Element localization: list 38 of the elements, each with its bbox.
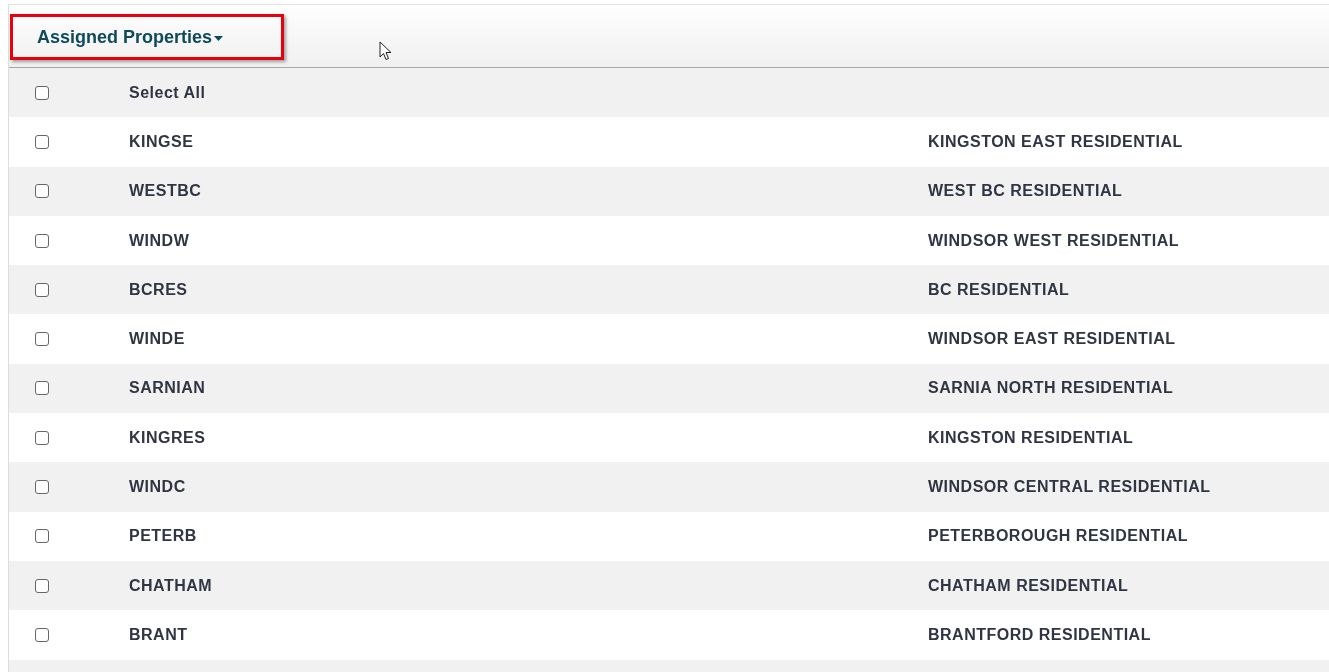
property-name: CHATHAM RESIDENTIAL [928, 576, 1129, 595]
checkbox[interactable] [35, 430, 49, 445]
property-code: BRANT [129, 625, 189, 644]
checkbox[interactable] [35, 134, 49, 149]
property-name: WINDSOR EAST RESIDENTIAL [928, 330, 1176, 349]
property-name: BRANTFORD RESIDENTIAL [928, 625, 1151, 644]
property-name: KINGSTON EAST RESIDENTIAL [928, 132, 1183, 151]
checkbox[interactable] [35, 627, 49, 642]
property-code: WINDC [129, 478, 187, 496]
properties-dropdown[interactable]: Assigned Properties [10, 14, 285, 60]
checkbox[interactable] [35, 184, 49, 199]
property-code: SARNIAN [129, 379, 207, 398]
property-code: PETERB [129, 527, 198, 546]
property-name: KINGSTON RESIDENTIAL [928, 428, 1134, 447]
checkbox[interactable] [35, 529, 49, 544]
property-name: WEST BC RESIDENTIAL [928, 182, 1123, 201]
property-code: WINDE [129, 330, 186, 349]
property-code: KINGRES [129, 428, 207, 447]
property-name: PETERBOROUGH RESIDENTIAL [928, 527, 1188, 546]
select-all-label: Select All [129, 83, 207, 102]
checkbox[interactable] [35, 381, 49, 396]
property-name: WINDSOR CENTRAL RESIDENTIAL [928, 478, 1211, 496]
property-name: WINDSOR WEST RESIDENTIAL [928, 231, 1180, 250]
checkbox[interactable] [35, 282, 49, 297]
checkbox[interactable] [35, 85, 49, 100]
property-code: WINDW [129, 231, 191, 250]
property-code: KINGSE [129, 132, 195, 151]
checkbox[interactable] [35, 578, 49, 593]
property-code: WESTBC [129, 182, 203, 201]
caret-icon [214, 35, 224, 41]
property-code: BCRES [129, 280, 189, 299]
property-code: CHATHAM [129, 576, 214, 595]
property-name: SARNIA NORTH RESIDENTIAL [928, 379, 1174, 398]
checkbox[interactable] [35, 332, 49, 347]
property-name: BC RESIDENTIAL [928, 280, 1070, 299]
mouse-pointer-icon [379, 41, 392, 61]
checkbox[interactable] [35, 233, 49, 248]
checkbox[interactable] [35, 480, 49, 494]
